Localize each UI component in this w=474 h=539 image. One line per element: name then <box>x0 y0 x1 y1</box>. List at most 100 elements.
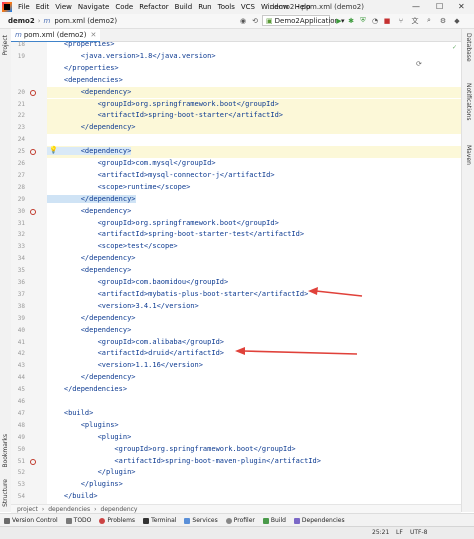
code-line[interactable]: </plugin> <box>47 467 461 479</box>
profile-icon[interactable]: ◔ <box>370 15 380 26</box>
line-separator[interactable]: LF <box>396 529 403 536</box>
code-line[interactable]: </dependencies> <box>47 384 461 396</box>
version-control-tool[interactable]: Version Control <box>4 517 58 524</box>
code-line[interactable] <box>47 134 461 146</box>
problems-tool[interactable]: Problems <box>99 517 135 524</box>
code-line[interactable]: <java.version>1.8</java.version> <box>47 51 461 63</box>
code-line[interactable]: <dependency> <box>47 206 461 218</box>
database-tool-button[interactable]: Database <box>465 33 472 62</box>
profiler-icon <box>225 517 232 524</box>
maven-reload-icon[interactable]: ⟳ <box>416 60 426 69</box>
code-line[interactable]: </plugins> <box>47 479 461 491</box>
code-line[interactable]: <version>3.4.1</version> <box>47 301 461 313</box>
code-line[interactable]: </dependency> <box>47 253 461 265</box>
build-tool[interactable]: Build <box>262 517 286 524</box>
run-icon[interactable]: ▶ <box>334 15 344 26</box>
notifications-tool-button[interactable]: Notifications <box>465 83 472 121</box>
search-icon[interactable]: ⌕ <box>424 15 434 26</box>
code-line[interactable]: <scope>test</scope> <box>47 241 461 253</box>
code-line[interactable]: <artifactId>spring-boot-starter</artifac… <box>47 110 461 123</box>
code-line[interactable]: <dependency> <box>47 265 461 277</box>
dependencies-icon <box>293 517 300 524</box>
structure-tool-button[interactable]: Structure <box>2 479 9 507</box>
code-line[interactable]: <groupId>org.springframework.boot</group… <box>47 444 461 456</box>
menu-code[interactable]: Code <box>112 3 136 11</box>
stop-icon[interactable]: ■ <box>382 15 392 26</box>
code-line[interactable]: </properties> <box>47 63 461 75</box>
code-line[interactable]: <dependency> <box>47 325 461 337</box>
code-line-text: <dependency> <box>47 206 132 215</box>
user-icon[interactable]: ◉ <box>238 15 248 26</box>
code-line[interactable]: <artifactId>mybatis-plus-boot-starter</a… <box>47 289 461 301</box>
code-line[interactable]: <scope>runtime</scope> <box>47 182 461 194</box>
code-line[interactable]: <artifactId>mysql-connector-j</artifactI… <box>47 170 461 182</box>
terminal-tool[interactable]: Terminal <box>143 517 176 524</box>
settings-gear-icon[interactable]: ⚙ <box>438 15 448 26</box>
maven-tool-button[interactable]: Maven <box>465 145 472 165</box>
minimize-button[interactable]: — <box>412 2 420 11</box>
coverage-icon[interactable]: ⛨ <box>358 15 368 26</box>
code-line[interactable]: </dependency> <box>47 122 461 135</box>
back-arrow-icon[interactable]: ⟲ <box>250 15 260 26</box>
menu-refactor[interactable]: Refactor <box>136 3 171 11</box>
nav-file[interactable]: pom.xml (demo2) <box>52 17 119 25</box>
menu-file[interactable]: File <box>15 3 33 11</box>
code-line[interactable] <box>47 396 461 408</box>
code-line[interactable]: <dependency> <box>47 146 461 158</box>
run-configuration-select[interactable]: ▣ Demo2Application ▾ <box>262 15 345 26</box>
override-marker-icon[interactable] <box>30 89 36 96</box>
services-tool[interactable]: Services <box>184 517 218 524</box>
menu-view[interactable]: View <box>52 3 75 11</box>
close-window-button[interactable]: ✕ <box>458 2 465 11</box>
nav-project[interactable]: demo2 <box>0 17 37 25</box>
breadcrumb-dependencies[interactable]: dependencies <box>48 506 90 513</box>
maximize-button[interactable]: ☐ <box>436 2 443 11</box>
code-line[interactable]: <groupId>org.springframework.boot</group… <box>47 218 461 230</box>
line-number: 20 <box>17 88 25 96</box>
code-line[interactable]: </build> <box>47 491 461 503</box>
code-line[interactable]: <groupId>com.mysql</groupId> <box>47 158 461 170</box>
code-line[interactable]: </dependency> <box>47 313 461 325</box>
breadcrumb-dependency[interactable]: dependency <box>101 506 138 513</box>
line-number: 39 <box>17 314 25 322</box>
menu-vcs[interactable]: VCS <box>238 3 258 11</box>
menu-navigate[interactable]: Navigate <box>75 3 112 11</box>
menu-build[interactable]: Build <box>172 3 196 11</box>
ide-logo-icon[interactable]: ◆ <box>452 15 462 26</box>
code-line[interactable]: <groupId>org.springframework.boot</group… <box>47 98 461 111</box>
menu-tools[interactable]: Tools <box>215 3 238 11</box>
project-tool-button[interactable]: Project <box>2 35 9 56</box>
override-marker-icon[interactable] <box>30 458 36 465</box>
code-line[interactable]: </dependency> <box>47 372 461 384</box>
code-line[interactable]: <plugins> <box>47 420 461 432</box>
close-tab-icon[interactable]: ✕ <box>91 31 97 39</box>
code-line[interactable]: <groupId>com.alibaba</groupId> <box>47 337 461 349</box>
code-line[interactable]: <dependency> <box>47 86 461 99</box>
intention-bulb-icon[interactable]: 💡 <box>49 146 58 154</box>
code-line[interactable]: <dependencies> <box>47 75 461 87</box>
caret-position[interactable]: 25:21 <box>372 529 389 536</box>
code-line-text: <java.version>1.8</java.version> <box>47 51 216 60</box>
menu-edit[interactable]: Edit <box>33 3 53 11</box>
translate-icon[interactable]: 文 <box>410 15 420 26</box>
code-line[interactable]: <plugin> <box>47 432 461 444</box>
code-line[interactable]: <groupId>com.baomidou</groupId> <box>47 277 461 289</box>
code-line[interactable]: <artifactId>druid</artifactId> <box>47 348 461 360</box>
breadcrumb-project[interactable]: project <box>17 506 38 513</box>
profiler-tool[interactable]: Profiler <box>225 517 255 524</box>
file-encoding[interactable]: UTF-8 <box>410 529 428 536</box>
code-line[interactable]: <version>1.1.16</version> <box>47 360 461 372</box>
code-line[interactable]: <artifactId>spring-boot-maven-plugin</ar… <box>47 456 461 468</box>
code-line[interactable]: </dependency> <box>47 194 461 206</box>
menu-run[interactable]: Run <box>195 3 214 11</box>
debug-icon[interactable]: ✱ <box>346 15 356 26</box>
todo-tool[interactable]: TODO <box>65 517 91 524</box>
override-marker-icon[interactable] <box>30 208 36 215</box>
code-line[interactable]: <build> <box>47 408 461 420</box>
dependencies-tool[interactable]: Dependencies <box>293 517 345 524</box>
bookmarks-tool-button[interactable]: Bookmarks <box>2 434 9 468</box>
vcs-icon[interactable]: ⑂ <box>396 15 406 26</box>
code-line[interactable]: <properties> <box>47 42 461 51</box>
code-editor[interactable]: <properties> <java.version>1.8</java.ver… <box>47 42 461 504</box>
code-line[interactable]: <artifactId>spring-boot-starter-test</ar… <box>47 229 461 241</box>
